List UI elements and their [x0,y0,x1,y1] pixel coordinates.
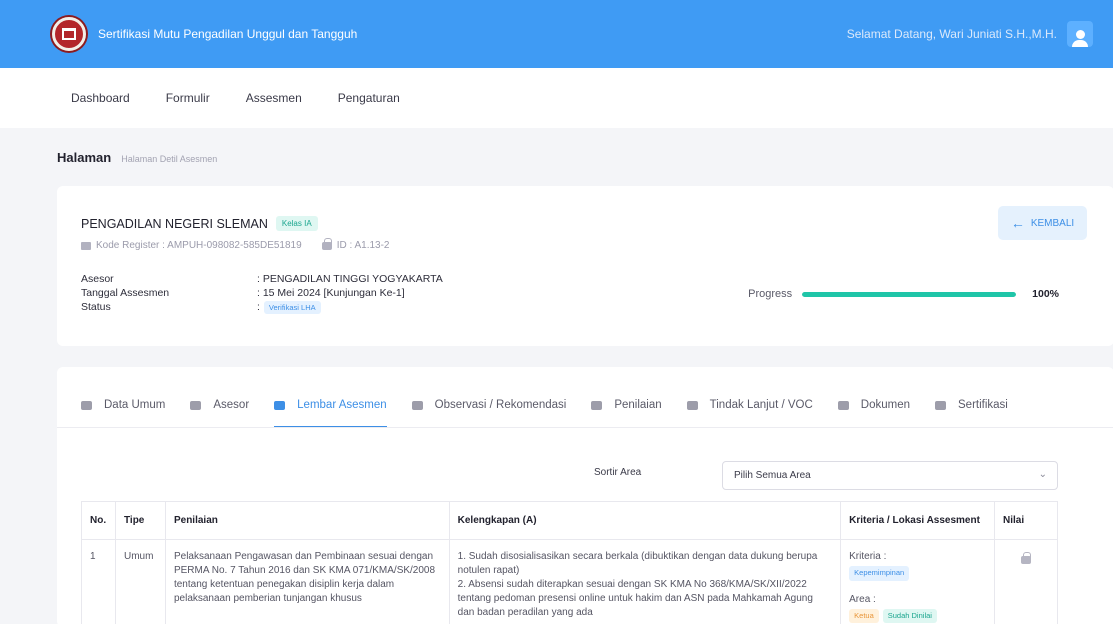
tab-label: Observasi / Rekomendasi [434,399,567,411]
assessment-info: Asesor : PENGADILAN TINGGI YOGYAKARTA Ta… [81,272,443,314]
kelengkapan-item-2: 2. Absensi sudah diterapkan sesuai denga… [457,579,813,618]
edit-icon [81,241,91,250]
asesor-label: Asesor [81,273,114,285]
cell-no: 1 [81,539,116,624]
kode-register: Kode Register : AMPUH-098082-585DE51819 [96,240,302,251]
main-nav: Dashboard Formulir Assesmen Pengaturan [0,68,1113,128]
col-kelengkapan: Kelengkapan (A) [448,501,842,540]
assessment-card: Data Umum Asesor Lembar Asesmen Observas… [57,367,1113,624]
tab-label: Lembar Asesmen [297,399,387,411]
tab-penilaian[interactable]: Penilaian [591,383,662,427]
nav-pengaturan[interactable]: Pengaturan [338,91,400,105]
lock-icon[interactable] [1021,552,1031,564]
detail-card: PENGADILAN NEGERI SLEMAN Kelas IA Kode R… [57,186,1113,346]
cell-tipe: Umum [114,539,166,624]
area-label: Area : [849,593,876,605]
register-id: ID : A1.13-2 [336,240,390,251]
arrow-left-icon: ← [1010,215,1025,231]
tab-label: Dokumen [860,399,910,411]
breadcrumb-title: Halaman [57,150,112,165]
back-button[interactable]: ← KEMBALI [998,206,1087,240]
asesor-value: : PENGADILAN TINGGI YOGYAKARTA [257,273,443,285]
table-row: 1 Umum Pelaksanaan Pengawasan dan Pembin… [81,539,1058,624]
top-bar: Sertifikasi Mutu Pengadilan Unggul dan T… [0,0,1113,68]
court-logo [52,17,86,51]
nav-assesmen[interactable]: Assesmen [246,91,302,105]
col-tipe: Tipe [114,501,166,540]
col-nilai: Nilai [994,501,1058,540]
kelengkapan-item-1: 1. Sudah disosialisasikan secara berkala… [457,551,818,576]
progress: Progress 100% [748,288,1059,300]
sort-label: Sortir Area [594,467,642,478]
tab-label: Data Umum [104,399,166,411]
flag-icon [274,400,286,410]
welcome-text: Selamat Datang, Wari Juniati S.H.,M.H. [846,27,1057,41]
tab-label: Asesor [213,399,250,411]
tab-label: Tindak Lanjut / VOC [709,399,813,411]
col-no: No. [81,501,116,540]
tab-label: Penilaian [614,399,662,411]
breadcrumb: Halaman Halaman Detil Asesmen [57,150,217,165]
tab-tindak-lanjut[interactable]: Tindak Lanjut / VOC [686,383,813,427]
user-avatar-icon[interactable] [1067,21,1093,47]
status-badge: Verifikasi LHA [263,300,321,314]
tanggal-label: Tanggal Assesmen [81,287,170,299]
tab-bar: Data Umum Asesor Lembar Asesmen Observas… [81,383,1033,428]
kelas-badge: Kelas IA [275,216,318,231]
area-select-value: Pilih Semua Area [734,470,811,481]
assessment-table: No. Tipe Penilaian Kelengkapan (A) Krite… [81,501,1058,624]
cell-nilai [994,539,1058,624]
document-icon [837,400,849,410]
nav-formulir[interactable]: Formulir [166,91,210,105]
tab-observasi[interactable]: Observasi / Rekomendasi [411,383,567,427]
table-header-row: No. Tipe Penilaian Kelengkapan (A) Krite… [81,501,1058,540]
progress-track [802,291,1017,297]
tab-divider [57,427,1113,428]
progress-value: 100% [1032,288,1059,300]
back-label: KEMBALI [1030,217,1075,229]
col-kriteria: Kriteria / Lokasi Assesment [840,501,995,540]
area-select[interactable]: Pilih Semua Area ⌄ [722,461,1058,490]
area-badge-ketua: Ketua [849,608,879,623]
status-colon: : [257,301,260,313]
check-circle-icon [591,400,603,410]
app-title: Sertifikasi Mutu Pengadilan Unggul dan T… [98,27,358,41]
document-icon [935,400,946,410]
nav-dashboard[interactable]: Dashboard [71,91,130,105]
tanggal-value: : 15 Mei 2024 [Kunjungan Ke-1] [257,287,405,299]
tab-sertifikasi[interactable]: Sertifikasi [935,383,1008,427]
tab-data-umum[interactable]: Data Umum [81,383,165,427]
status-label: Status [81,301,111,313]
cell-kriteria: Kriteria : Kepemimpinan Area : Ketua Suda… [840,539,995,624]
chevron-down-icon: ⌄ [1038,469,1047,480]
cell-penilaian: Pelaksanaan Pengawasan dan Pembinaan ses… [164,539,450,624]
document-icon [686,400,698,410]
court-name: PENGADILAN NEGERI SLEMAN [81,216,268,231]
document-icon [411,400,423,410]
lock-icon [321,237,332,250]
breadcrumb-sub: Halaman Detil Asesmen [121,154,218,164]
tab-lembar-asesmen[interactable]: Lembar Asesmen [274,383,387,428]
progress-label: Progress [748,288,793,300]
tab-dokumen[interactable]: Dokumen [837,383,910,427]
tab-asesor[interactable]: Asesor [190,383,249,427]
cell-kelengkapan: 1. Sudah disosialisasikan secara berkala… [448,539,842,624]
col-penilaian: Penilaian [164,501,450,540]
kriteria-badge: Kepemimpinan [849,566,910,581]
area-badge-status: Sudah Dinilai [882,608,937,623]
kriteria-label: Kriteria : [849,551,887,562]
tab-label: Sertifikasi [958,399,1008,411]
card-icon [190,400,202,410]
progress-fill [802,291,1017,297]
info-icon [81,400,92,410]
